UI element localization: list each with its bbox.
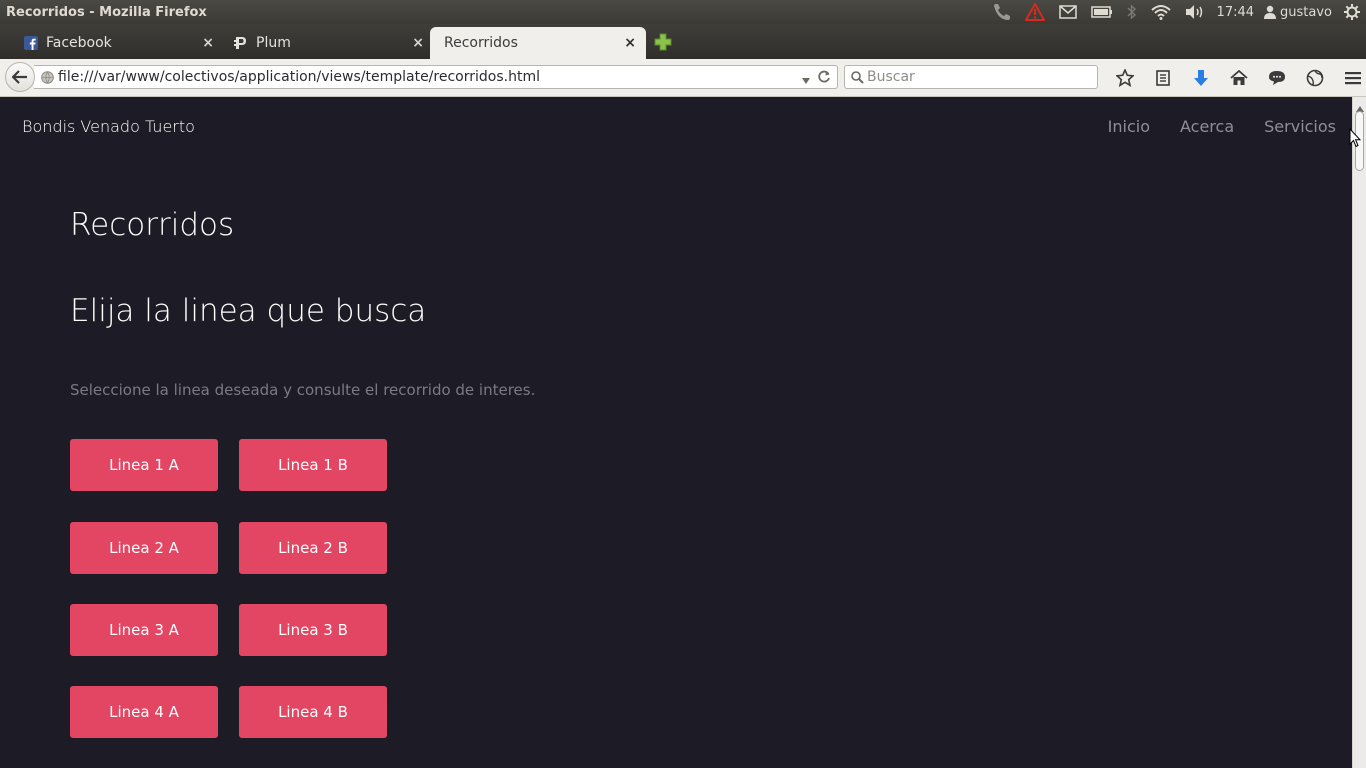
- download-arrow-icon[interactable]: [1182, 59, 1220, 97]
- home-icon[interactable]: [1220, 59, 1258, 97]
- nav-link-inicio[interactable]: Inicio: [1108, 117, 1150, 136]
- url-text[interactable]: file:///var/www/colectivos/application/v…: [58, 69, 540, 85]
- site-brand[interactable]: Bondis Venado Tuerto: [22, 117, 195, 136]
- chat-bubble-icon[interactable]: [1258, 59, 1296, 97]
- tab-recorridos[interactable]: Recorridos ×: [430, 27, 646, 59]
- line-4b-button[interactable]: Linea 4 B: [239, 686, 387, 738]
- tab-close-icon[interactable]: ×: [412, 35, 424, 51]
- line-3b-button[interactable]: Linea 3 B: [239, 604, 387, 656]
- menu-hamburger-icon[interactable]: [1334, 59, 1366, 97]
- line-2a-button[interactable]: Linea 2 A: [70, 522, 218, 574]
- phone-icon[interactable]: [991, 0, 1011, 24]
- system-indicators: 17:44 gustavo: [977, 0, 1360, 24]
- globe-icon[interactable]: [41, 71, 54, 89]
- user-icon[interactable]: [1264, 0, 1277, 24]
- bluetooth-icon[interactable]: [1127, 0, 1137, 24]
- bookmark-star-icon[interactable]: [1106, 59, 1144, 97]
- page-scrollbar[interactable]: [1352, 97, 1366, 768]
- settings-gear-icon[interactable]: [1344, 0, 1360, 24]
- back-button[interactable]: [5, 62, 35, 92]
- nav-link-acerca[interactable]: Acerca: [1180, 117, 1234, 136]
- line-1a-button[interactable]: Linea 1 A: [70, 439, 218, 491]
- site-nav: Inicio Acerca Servicios: [1108, 117, 1336, 136]
- page-title: Recorridos: [70, 207, 235, 243]
- wifi-icon[interactable]: [1150, 0, 1171, 24]
- plum-icon: [234, 36, 248, 50]
- mouse-cursor-icon: [1349, 127, 1362, 153]
- warning-icon[interactable]: [1024, 0, 1045, 24]
- reading-list-icon[interactable]: [1144, 59, 1182, 97]
- line-2b-button[interactable]: Linea 2 B: [239, 522, 387, 574]
- window-title: Recorridos - Mozilla Firefox: [6, 4, 207, 20]
- search-box[interactable]: [844, 65, 1098, 89]
- navigation-toolbar: file:///var/www/colectivos/application/v…: [0, 59, 1366, 97]
- tab-close-icon[interactable]: ×: [624, 35, 636, 51]
- history-dropdown-icon[interactable]: [801, 72, 811, 90]
- back-arrow-icon: [12, 70, 27, 84]
- facebook-icon: [24, 36, 38, 50]
- line-3a-button[interactable]: Linea 3 A: [70, 604, 218, 656]
- clock[interactable]: 17:44: [1217, 5, 1254, 20]
- tab-label: Plum: [256, 35, 291, 51]
- toolbar-icons: [1106, 59, 1366, 97]
- page-viewport: Bondis Venado Tuerto Inicio Acerca Servi…: [0, 97, 1352, 768]
- mail-icon[interactable]: [1058, 0, 1077, 24]
- user-name[interactable]: gustavo: [1280, 5, 1332, 20]
- search-icon: [851, 71, 864, 89]
- tab-plum[interactable]: Plum ×: [210, 27, 434, 59]
- url-bar[interactable]: file:///var/www/colectivos/application/v…: [34, 65, 838, 89]
- search-input[interactable]: [867, 66, 1092, 88]
- new-tab-plus-icon[interactable]: [654, 33, 672, 51]
- nav-link-servicios[interactable]: Servicios: [1264, 117, 1336, 136]
- section-heading: Elija la linea que busca: [70, 293, 427, 329]
- section-description: Seleccione la linea deseada y consulte e…: [70, 381, 536, 399]
- privacy-globe-icon[interactable]: [1296, 59, 1334, 97]
- volume-icon[interactable]: [1185, 0, 1205, 24]
- tab-label: Facebook: [46, 35, 112, 51]
- battery-icon[interactable]: [1090, 0, 1113, 24]
- tab-label: Recorridos: [444, 35, 518, 51]
- line-1b-button[interactable]: Linea 1 B: [239, 439, 387, 491]
- system-top-panel: Recorridos - Mozilla Firefox 17:44 gusta…: [0, 0, 1366, 24]
- tab-facebook[interactable]: Facebook ×: [0, 27, 224, 59]
- tab-strip: Facebook × Plum × Recorridos ×: [0, 24, 1366, 59]
- line-4a-button[interactable]: Linea 4 A: [70, 686, 218, 738]
- reload-icon[interactable]: [817, 70, 831, 89]
